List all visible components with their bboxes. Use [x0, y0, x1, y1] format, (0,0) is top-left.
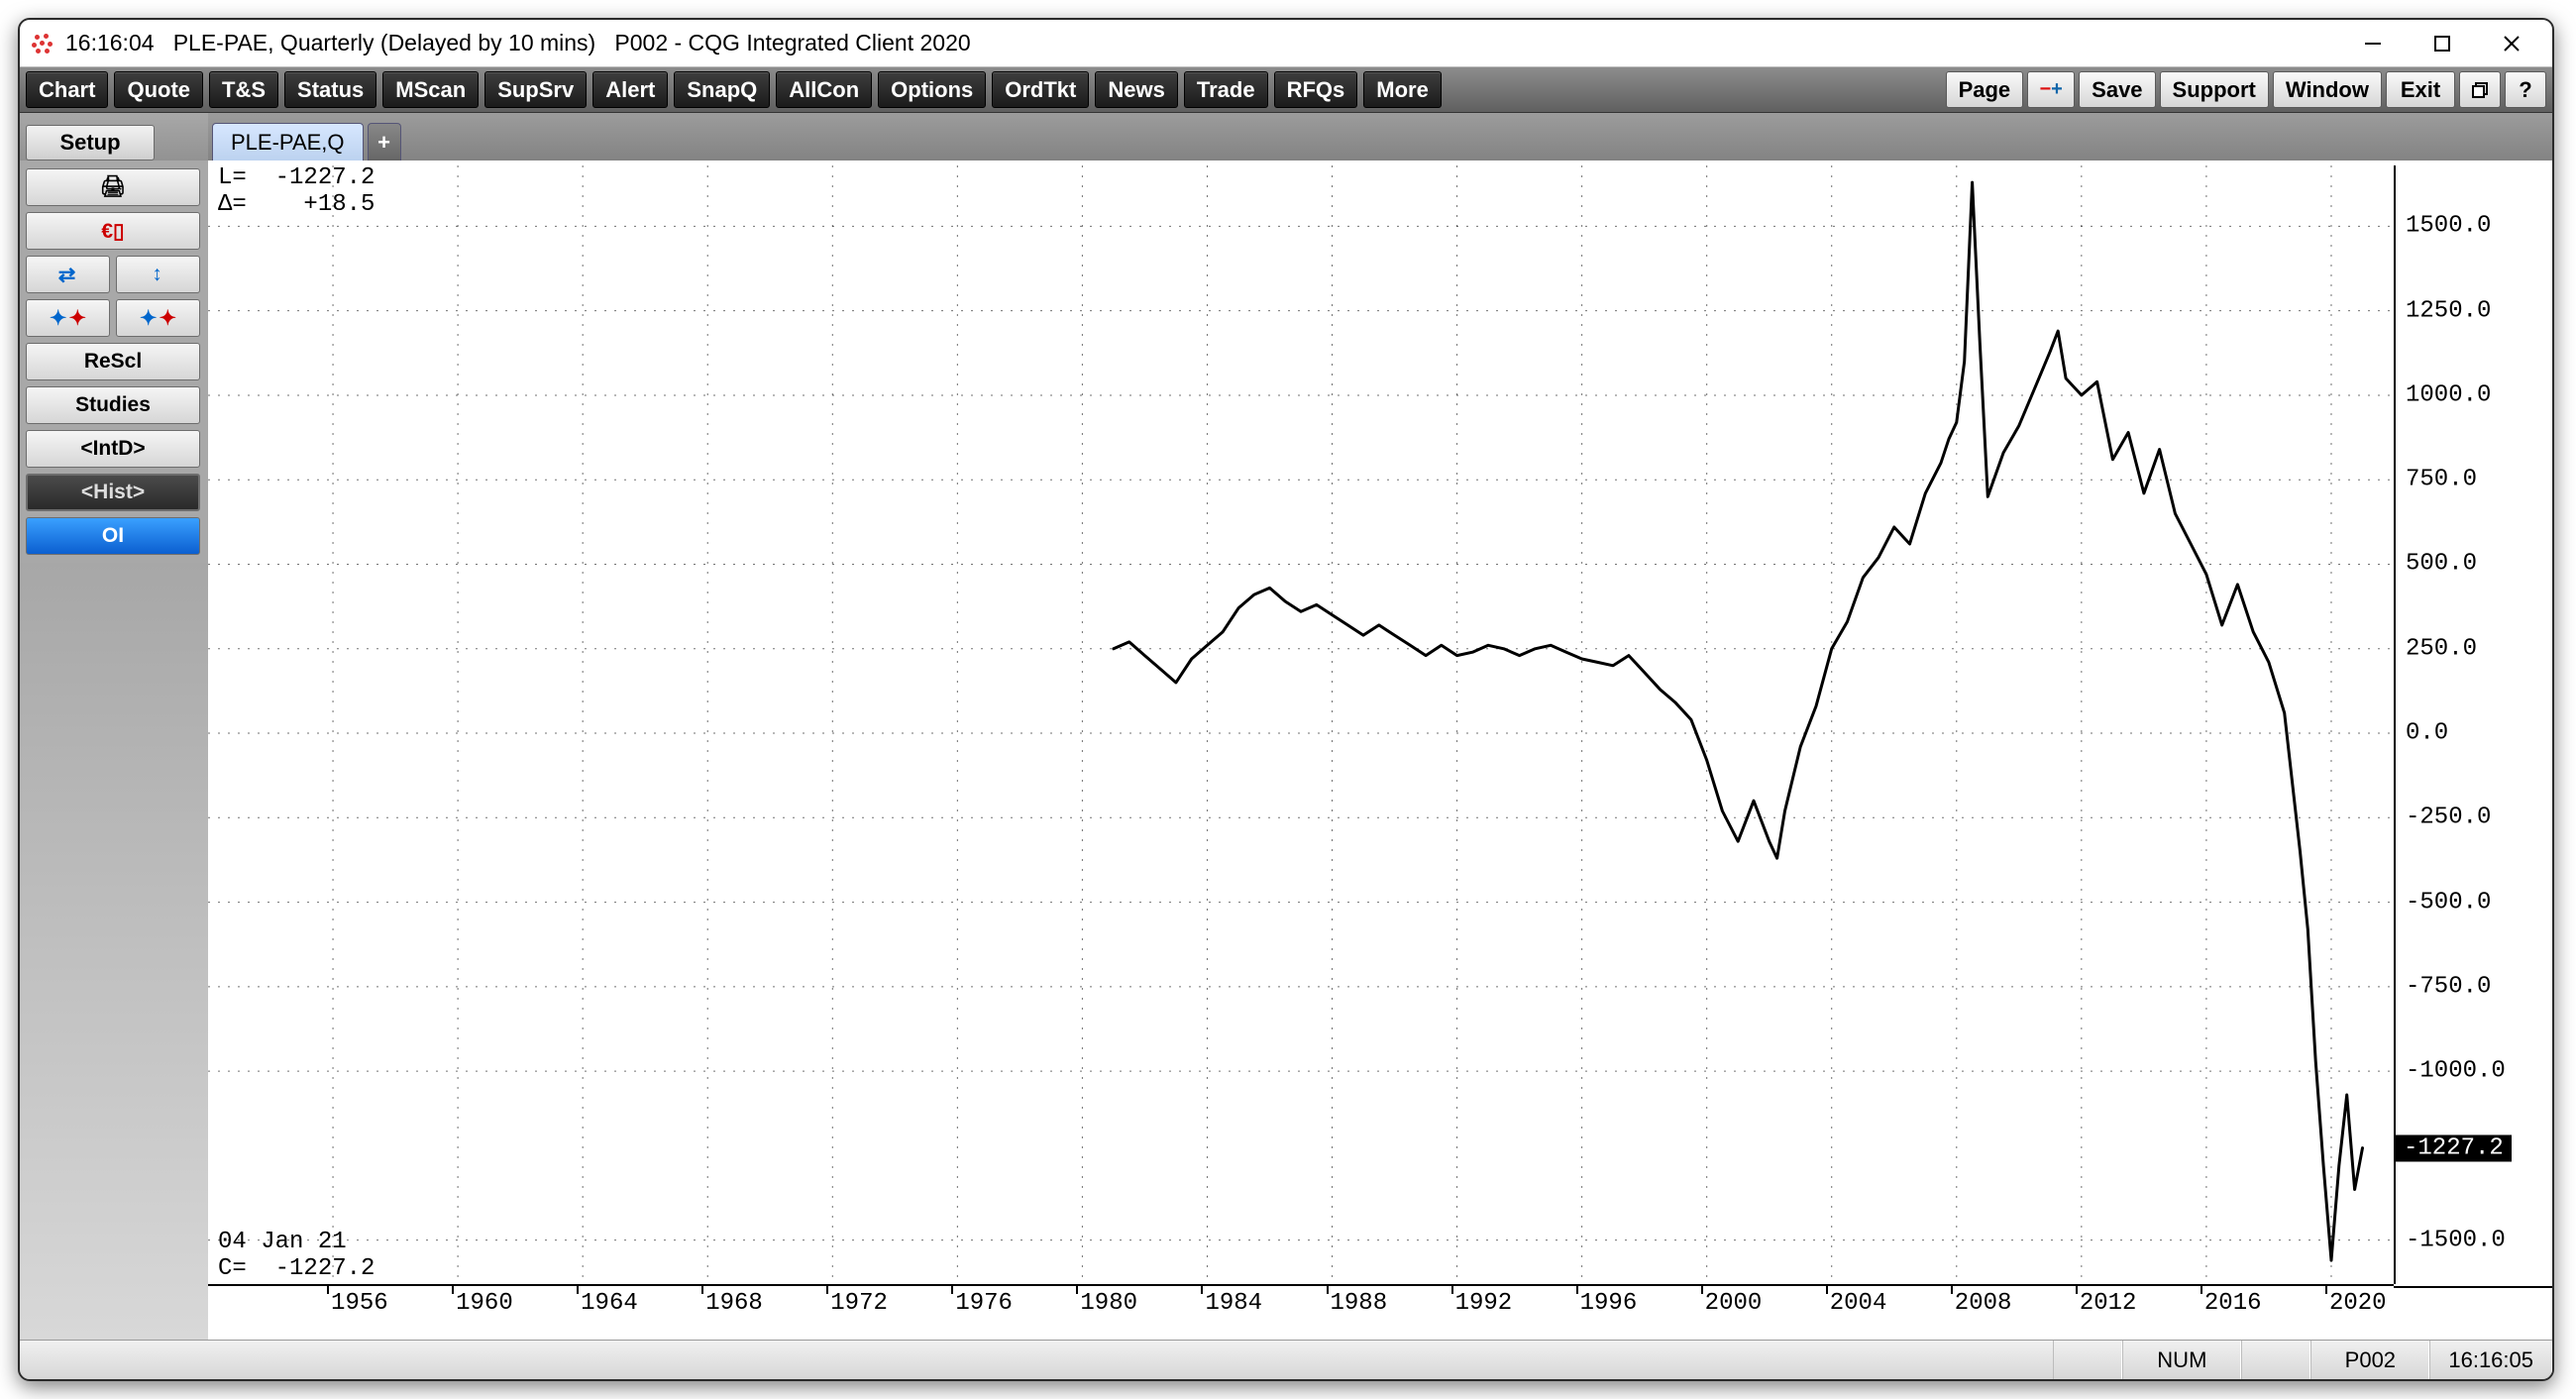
- support-button[interactable]: Support: [2160, 71, 2269, 108]
- toolbar-ordtkt[interactable]: OrdTkt: [992, 71, 1089, 108]
- toolbar-t-s[interactable]: T&S: [209, 71, 278, 108]
- side-gutter: [20, 563, 208, 1340]
- toolbar-supsrv[interactable]: SupSrv: [484, 71, 587, 108]
- restore-window-button[interactable]: [2459, 71, 2501, 108]
- setup-button[interactable]: Setup: [26, 125, 155, 161]
- x-tick: 2016: [2204, 1290, 2262, 1317]
- y-tick: 0.0: [2406, 720, 2448, 747]
- toolbar-alert[interactable]: Alert: [592, 71, 668, 108]
- y-axis: 1500.0 1250.0 1000.0 750.0 500.0 250.0 0.0 -250…: [2394, 165, 2552, 1284]
- toolbar-options[interactable]: Options: [878, 71, 986, 108]
- x-tick: 2004: [1830, 1290, 1887, 1317]
- spread-up-button[interactable]: ⇄: [26, 256, 110, 293]
- x-tick: 1992: [1455, 1290, 1513, 1317]
- x-tick: 1964: [581, 1290, 638, 1317]
- status-bar: NUM P002 16:16:05: [20, 1340, 2552, 1379]
- chart-readout-top: L= -1227.2 Δ= +18.5: [218, 164, 375, 218]
- chart-readout-bottom: 04 Jan 21 C= -1227.2: [218, 1229, 375, 1282]
- close-button[interactable]: [2477, 22, 2546, 65]
- y-tick: 750.0: [2406, 467, 2477, 493]
- x-tick: 1960: [456, 1290, 513, 1317]
- studies-button[interactable]: Studies: [26, 386, 200, 424]
- status-empty: [2053, 1341, 2122, 1379]
- toolbar-quote[interactable]: Quote: [114, 71, 203, 108]
- toolbar-chart[interactable]: Chart: [26, 71, 108, 108]
- x-tick: 1956: [331, 1290, 388, 1317]
- help-button[interactable]: ?: [2505, 71, 2546, 108]
- y-tick: 1250.0: [2406, 297, 2491, 324]
- toolbar-allcon[interactable]: AllCon: [776, 71, 872, 108]
- y-tick: -500.0: [2406, 889, 2491, 915]
- toolbar-more[interactable]: More: [1363, 71, 1442, 108]
- grid-b-button[interactable]: ✦✦: [116, 299, 200, 337]
- x-tick: 1984: [1205, 1290, 1262, 1317]
- title-bar: 16:16:04 PLE-PAE, Quarterly (Delayed by …: [20, 20, 2552, 67]
- status-numlock: NUM: [2122, 1341, 2241, 1379]
- toolbar-mscan[interactable]: MScan: [382, 71, 479, 108]
- toolbar-snapq[interactable]: SnapQ: [674, 71, 770, 108]
- x-axis: 1956 1960 1964 1968 1972 1976 1980 1984 1988 1992…: [208, 1284, 2394, 1340]
- euro-toggle-button[interactable]: €▯: [26, 212, 200, 250]
- x-tick: 2012: [2080, 1290, 2137, 1317]
- x-tick: 1968: [705, 1290, 763, 1317]
- y-tick: -250.0: [2406, 805, 2491, 831]
- y-tick: 1500.0: [2406, 213, 2491, 240]
- y-tick: -1000.0: [2406, 1058, 2506, 1085]
- app-icon: [30, 31, 55, 56]
- chart-area[interactable]: 1500.0 1250.0 1000.0 750.0 500.0 250.0 0.0 -250…: [208, 161, 2552, 1340]
- printer-icon: 🖨: [100, 175, 127, 199]
- toolbar-trade[interactable]: Trade: [1184, 71, 1268, 108]
- main-toolbar: ChartQuoteT&SStatusMScanSupSrvAlertSnapQ…: [20, 67, 2552, 113]
- page-tabs: PLE-PAE,Q +: [208, 113, 2552, 161]
- toolbar-rfqs[interactable]: RFQs: [1274, 71, 1358, 108]
- page-style-button[interactable]: −+: [2027, 71, 2075, 108]
- status-clock: 16:16:05: [2429, 1341, 2552, 1379]
- window-button[interactable]: Window: [2273, 71, 2382, 108]
- x-tick: 1996: [1580, 1290, 1638, 1317]
- x-tick: 2020: [2329, 1290, 2387, 1317]
- side-toolbar: Setup 🖨 €▯ ⇄ ↕ ✦✦ ✦✦ ReScl Studies <IntD…: [20, 113, 208, 1340]
- exit-button[interactable]: Exit: [2386, 71, 2455, 108]
- save-button[interactable]: Save: [2079, 71, 2155, 108]
- status-page: P002: [2310, 1341, 2429, 1379]
- title-symbol: PLE-PAE, Quarterly (Delayed by 10 mins): [173, 30, 596, 56]
- x-tick: 1988: [1331, 1290, 1388, 1317]
- x-tick: 2008: [1955, 1290, 2012, 1317]
- toolbar-status[interactable]: Status: [284, 71, 376, 108]
- y-current-value: -1227.2: [2396, 1134, 2512, 1161]
- toolbar-news[interactable]: News: [1095, 71, 1177, 108]
- x-tick: 2000: [1705, 1290, 1763, 1317]
- add-tab-button[interactable]: +: [368, 123, 401, 161]
- x-tick: 1972: [830, 1290, 888, 1317]
- y-tick: -750.0: [2406, 973, 2491, 1000]
- grid-a-button[interactable]: ✦✦: [26, 299, 110, 337]
- x-tick: 1980: [1080, 1290, 1137, 1317]
- print-button[interactable]: 🖨: [26, 168, 200, 206]
- spread-down-button[interactable]: ↕: [116, 256, 200, 293]
- open-interest-button[interactable]: OI: [26, 517, 200, 555]
- y-tick: 1000.0: [2406, 381, 2491, 408]
- maximize-button[interactable]: [2408, 22, 2477, 65]
- rescale-button[interactable]: ReScl: [26, 343, 200, 380]
- page-tab-active[interactable]: PLE-PAE,Q: [212, 123, 364, 161]
- y-tick: 500.0: [2406, 551, 2477, 578]
- y-tick: -1500.0: [2406, 1227, 2506, 1253]
- title-clock: 16:16:04: [65, 30, 155, 56]
- status-empty2: [2241, 1341, 2310, 1379]
- x-tick: 1976: [955, 1290, 1013, 1317]
- minimize-button[interactable]: [2338, 22, 2408, 65]
- page-button[interactable]: Page: [1946, 71, 2024, 108]
- intraday-button[interactable]: <IntD>: [26, 430, 200, 468]
- historical-button[interactable]: <Hist>: [26, 474, 200, 511]
- title-app: P002 - CQG Integrated Client 2020: [614, 30, 970, 56]
- y-tick: 250.0: [2406, 635, 2477, 662]
